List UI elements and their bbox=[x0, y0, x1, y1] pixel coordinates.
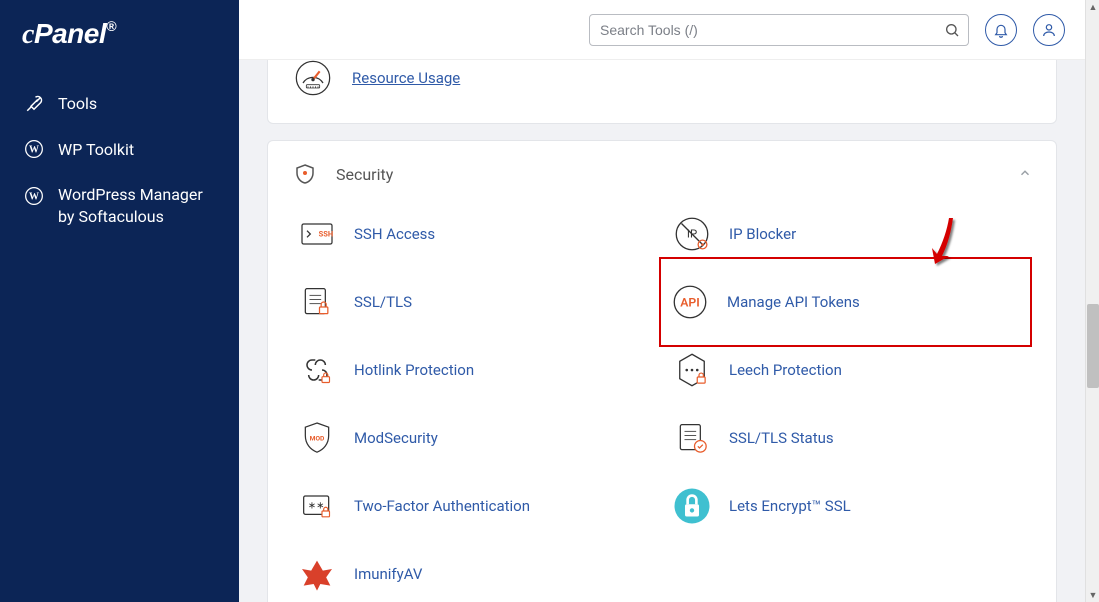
item-ssl-status[interactable]: SSL/TLS Status bbox=[667, 413, 1032, 463]
main-content: Resource Usage Security SSH bbox=[239, 0, 1085, 602]
item-label: IP Blocker bbox=[729, 225, 796, 243]
search-icon[interactable] bbox=[941, 19, 963, 41]
wordpress-icon: W bbox=[24, 139, 44, 159]
link-label[interactable]: Resource Usage bbox=[352, 69, 460, 87]
card-header-security[interactable]: Security bbox=[268, 141, 1056, 205]
svg-text:∗∗: ∗∗ bbox=[308, 501, 325, 512]
notifications-button[interactable] bbox=[985, 14, 1017, 46]
item-label: SSL/TLS bbox=[354, 293, 412, 311]
svg-text:SSH: SSH bbox=[319, 230, 334, 239]
svg-text:W: W bbox=[29, 145, 39, 156]
certificate-icon bbox=[296, 281, 338, 323]
link-resource-usage[interactable]: Resource Usage bbox=[292, 57, 1032, 99]
wordpress-icon: W bbox=[24, 186, 44, 206]
item-label: SSL/TLS Status bbox=[729, 429, 834, 447]
user-icon bbox=[1041, 22, 1057, 38]
api-icon: API bbox=[669, 281, 711, 323]
twofa-icon: ∗∗ bbox=[296, 485, 338, 527]
sidebar-item-label: Tools bbox=[58, 93, 215, 115]
item-imunifyav[interactable]: ImunifyAV bbox=[292, 549, 657, 599]
item-label: ModSecurity bbox=[354, 429, 438, 447]
item-label: ImunifyAV bbox=[354, 565, 422, 583]
item-ssh-access[interactable]: SSH SSH Access bbox=[292, 209, 657, 259]
sidebar-item-wp-toolkit[interactable]: W WP Toolkit bbox=[0, 127, 239, 173]
item-ip-blocker[interactable]: IP IP Blocker bbox=[667, 209, 1032, 259]
svg-text:MOD: MOD bbox=[310, 435, 325, 443]
scroll-down-icon[interactable]: ▼ bbox=[1086, 588, 1099, 602]
item-label: Manage API Tokens bbox=[727, 293, 860, 311]
item-label: Lets Encrypt™ SSL bbox=[729, 497, 851, 515]
security-grid: SSH SSH Access IP IP Blocker SSL/TLS bbox=[268, 205, 1056, 602]
account-button[interactable] bbox=[1033, 14, 1065, 46]
item-modsecurity[interactable]: MOD ModSecurity bbox=[292, 413, 657, 463]
search-input[interactable] bbox=[589, 14, 969, 46]
card-title: Security bbox=[336, 165, 1000, 184]
tools-icon bbox=[24, 95, 44, 113]
terminal-icon: SSH bbox=[296, 213, 338, 255]
logo[interactable]: ccPanelPanel® bbox=[0, 18, 239, 81]
card-security: Security SSH SSH Access IP IP bbox=[267, 140, 1057, 602]
item-label: Hotlink Protection bbox=[354, 361, 474, 379]
item-lets-encrypt[interactable]: Lets Encrypt™ SSL bbox=[667, 481, 1032, 531]
item-ssl-tls[interactable]: SSL/TLS bbox=[292, 277, 657, 327]
topbar bbox=[239, 0, 1085, 60]
svg-text:IP: IP bbox=[687, 227, 697, 241]
svg-text:API: API bbox=[680, 295, 700, 309]
item-manage-api-tokens[interactable]: API Manage API Tokens bbox=[659, 257, 1032, 347]
sidebar: ccPanelPanel® Tools W WP Toolkit W WordP… bbox=[0, 0, 239, 602]
item-two-factor-auth[interactable]: ∗∗ Two-Factor Authentication bbox=[292, 481, 657, 531]
sidebar-item-label: WordPress Manager by Softaculous bbox=[58, 184, 215, 227]
page-scrollbar[interactable]: ▲ ▼ bbox=[1085, 0, 1099, 602]
shield-icon bbox=[292, 161, 318, 187]
bell-icon bbox=[993, 22, 1009, 38]
gauge-icon bbox=[292, 57, 334, 99]
svg-text:W: W bbox=[29, 192, 39, 203]
certificate-check-icon bbox=[671, 417, 713, 459]
sidebar-item-label: WP Toolkit bbox=[58, 139, 215, 161]
item-label: SSH Access bbox=[354, 225, 435, 243]
leech-icon bbox=[671, 349, 713, 391]
item-label: Two-Factor Authentication bbox=[354, 497, 530, 515]
scroll-thumb[interactable] bbox=[1087, 304, 1099, 388]
search-box bbox=[589, 14, 969, 46]
item-leech-protection[interactable]: Leech Protection bbox=[667, 345, 1032, 395]
ip-blocker-icon: IP bbox=[671, 213, 713, 255]
lets-encrypt-icon bbox=[671, 485, 713, 527]
item-label: Leech Protection bbox=[729, 361, 842, 379]
sidebar-item-wp-manager[interactable]: W WordPress Manager by Softaculous bbox=[0, 172, 239, 239]
chain-icon bbox=[296, 349, 338, 391]
scroll-up-icon[interactable]: ▲ bbox=[1086, 0, 1099, 14]
sidebar-item-tools[interactable]: Tools bbox=[0, 81, 239, 127]
chevron-up-icon bbox=[1018, 165, 1032, 184]
item-hotlink-protection[interactable]: Hotlink Protection bbox=[292, 345, 657, 395]
imunify-icon bbox=[296, 553, 338, 595]
modsecurity-icon: MOD bbox=[296, 417, 338, 459]
